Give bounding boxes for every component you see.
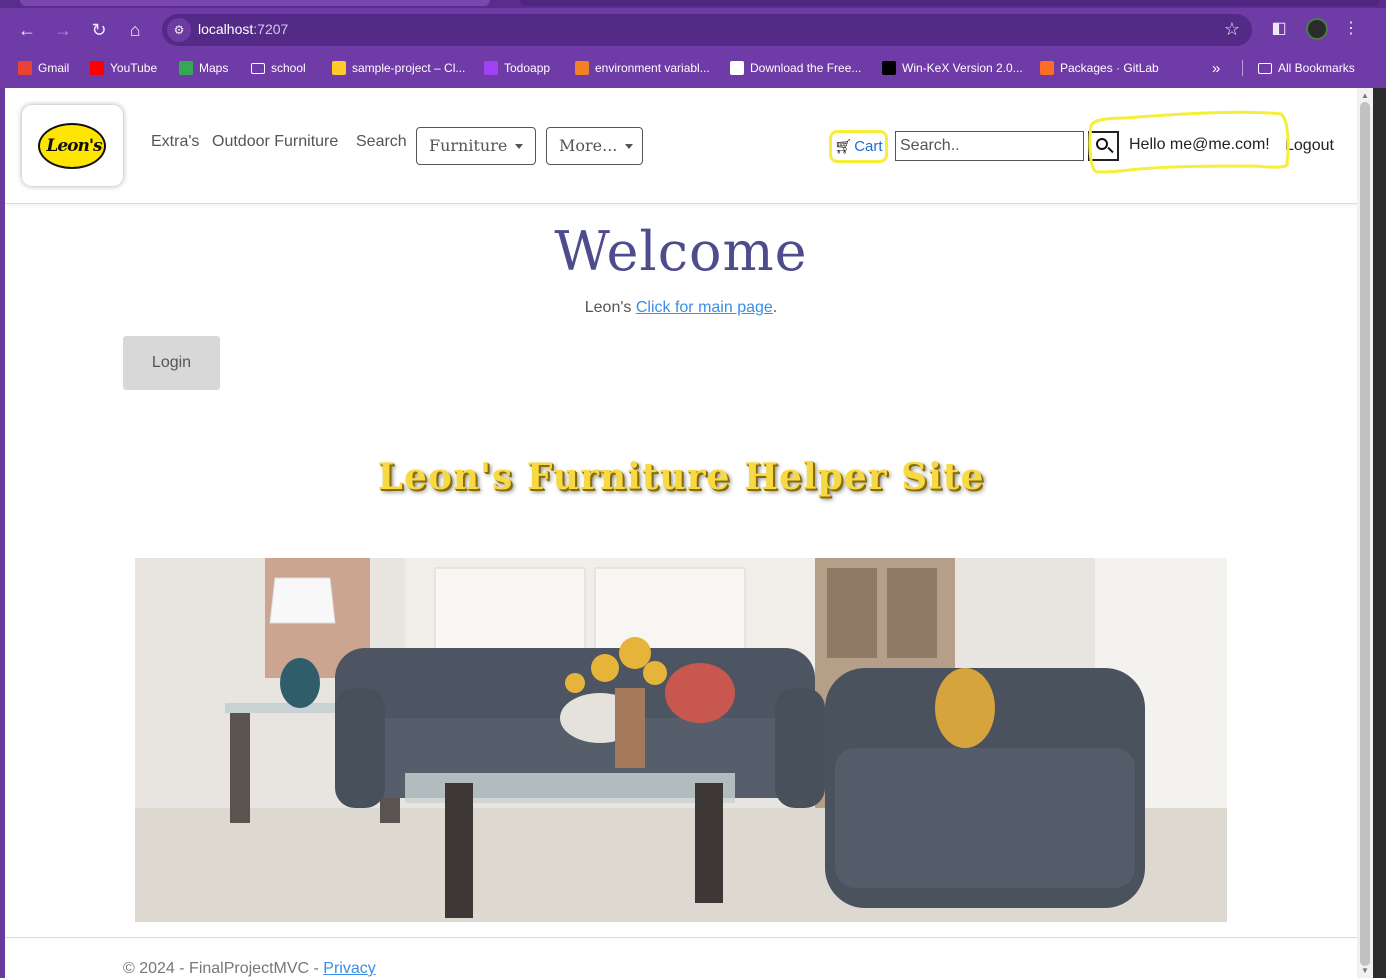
logo-oval: Leon's: [38, 123, 106, 169]
furniture-dropdown[interactable]: Furniture: [416, 127, 536, 165]
bookmark-item[interactable]: Win-KeX Version 2.0...: [882, 59, 1023, 77]
gitlab-icon: [1040, 61, 1054, 75]
welcome-subtext: Leon's Click for main page.: [5, 299, 1357, 317]
sub-prefix: Leon's: [584, 299, 636, 316]
todoapp-icon: [484, 61, 498, 75]
bookmark-label: Packages · GitLab: [1060, 61, 1159, 75]
bookmark-item[interactable]: Todoapp: [484, 59, 550, 77]
main-page-link[interactable]: Click for main page: [636, 299, 773, 316]
back-arrow-icon[interactable]: ←: [15, 18, 39, 42]
nav-link-extras[interactable]: Extra's: [151, 133, 199, 151]
annotation-highlight: [1088, 110, 1290, 174]
eye-icon: [730, 61, 744, 75]
bookmark-item[interactable]: Maps: [179, 59, 228, 77]
footer: © 2024 - FinalProjectMVC - Privacy: [123, 960, 376, 978]
footer-copyright: © 2024 - FinalProjectMVC -: [123, 960, 324, 977]
all-bookmarks[interactable]: All Bookmarks: [1258, 59, 1355, 77]
bookmarks-overflow-icon[interactable]: »: [1212, 59, 1220, 77]
helper-site-title: Leon's Furniture Helper Site: [377, 456, 985, 498]
page-viewport: Leon's Extra's Outdoor Furniture Search …: [5, 88, 1357, 978]
browser-toolbar: ← → ↻ ⌂ ⚙ localhost:7207 ☆ ◧ ⋮: [0, 8, 1386, 52]
site-info-icon[interactable]: ⚙: [167, 18, 191, 42]
footer-divider: [5, 937, 1357, 938]
search-input[interactable]: [895, 131, 1084, 161]
reload-icon[interactable]: ↻: [87, 18, 111, 42]
scroll-down-icon[interactable]: ▼: [1361, 966, 1369, 975]
folder-icon: [251, 62, 265, 74]
url-text[interactable]: localhost:7207: [198, 21, 288, 37]
living-room-image: [135, 558, 1227, 922]
bookmarks-bar: Gmail YouTube Maps school sample-project – C…: [0, 56, 1386, 80]
firebase-icon: [332, 61, 346, 75]
bookmark-item[interactable]: Download the Free...: [730, 59, 861, 77]
home-icon[interactable]: ⌂: [123, 18, 147, 42]
furniture-dropdown-label: Furniture: [429, 136, 508, 155]
bookmark-label: Todoapp: [504, 61, 551, 75]
bookmark-label: sample-project – Cl...: [352, 61, 466, 75]
bookmark-label: Win-KeX Version 2.0...: [902, 61, 1023, 75]
gmail-icon: [18, 61, 32, 75]
adjacent-window-edge: [1373, 88, 1386, 978]
bookmark-label: Gmail: [38, 61, 70, 75]
sub-suffix: .: [772, 299, 778, 316]
more-dropdown[interactable]: More...: [546, 127, 643, 165]
profile-avatar[interactable]: [1306, 18, 1328, 40]
bookmark-label: YouTube: [110, 61, 158, 75]
caret-down-icon: [515, 144, 524, 149]
maps-icon: [179, 61, 193, 75]
bookmark-item[interactable]: YouTube: [90, 59, 157, 77]
tab-active[interactable]: [20, 0, 490, 6]
nav-link-search[interactable]: Search: [356, 133, 407, 151]
bookmark-label: Download the Free...: [750, 61, 862, 75]
forward-arrow-icon[interactable]: →: [51, 18, 75, 42]
folder-icon: [1258, 62, 1272, 74]
leons-logo[interactable]: Leon's: [22, 105, 123, 186]
scrollbar-thumb[interactable]: [1360, 102, 1370, 966]
more-dropdown-label: More...: [559, 136, 618, 155]
cart-button[interactable]: 🛒︎ Cart: [829, 130, 888, 163]
cart-icon: 🛒︎: [834, 138, 853, 154]
nav-link-outdoor-furniture[interactable]: Outdoor Furniture: [212, 133, 338, 151]
bookmark-item[interactable]: Packages · GitLab: [1040, 59, 1159, 77]
browser-chrome: ← → ↻ ⌂ ⚙ localhost:7207 ☆ ◧ ⋮ Gmail YouT…: [0, 0, 1386, 88]
welcome-heading: Welcome: [554, 220, 808, 283]
bookmark-label: school: [271, 61, 306, 75]
youtube-icon: [90, 61, 104, 75]
all-bookmarks-label: All Bookmarks: [1278, 61, 1355, 75]
kali-icon: [882, 61, 896, 75]
address-bar[interactable]: ⚙ localhost:7207 ☆: [162, 14, 1252, 46]
bookmark-item[interactable]: school: [251, 59, 306, 77]
bookmark-label: Maps: [199, 61, 229, 75]
scroll-up-icon[interactable]: ▲: [1361, 91, 1369, 100]
vertical-scrollbar[interactable]: ▲ ▼: [1357, 88, 1373, 978]
stack-icon: [575, 61, 589, 75]
bookmark-item[interactable]: sample-project – Cl...: [332, 59, 465, 77]
login-button[interactable]: Login: [123, 336, 220, 390]
bookmark-item[interactable]: environment variabl...: [575, 59, 710, 77]
caret-down-icon: [625, 144, 634, 149]
bookmark-label: environment variabl...: [595, 61, 710, 75]
bookmark-star-icon[interactable]: ☆: [1224, 19, 1240, 40]
bookmarks-separator: [1242, 60, 1243, 76]
bookmark-item[interactable]: Gmail: [18, 59, 69, 77]
side-panel-icon[interactable]: ◧: [1268, 18, 1290, 40]
browser-menu-icon[interactable]: ⋮: [1340, 18, 1362, 40]
logo-text: Leon's: [46, 136, 102, 156]
privacy-link[interactable]: Privacy: [323, 960, 375, 977]
tab-strip: [0, 0, 1386, 8]
site-navbar: Leon's Extra's Outdoor Furniture Search …: [5, 88, 1357, 204]
tab-inactive[interactable]: [520, 0, 1380, 6]
cart-label: Cart: [854, 138, 883, 155]
